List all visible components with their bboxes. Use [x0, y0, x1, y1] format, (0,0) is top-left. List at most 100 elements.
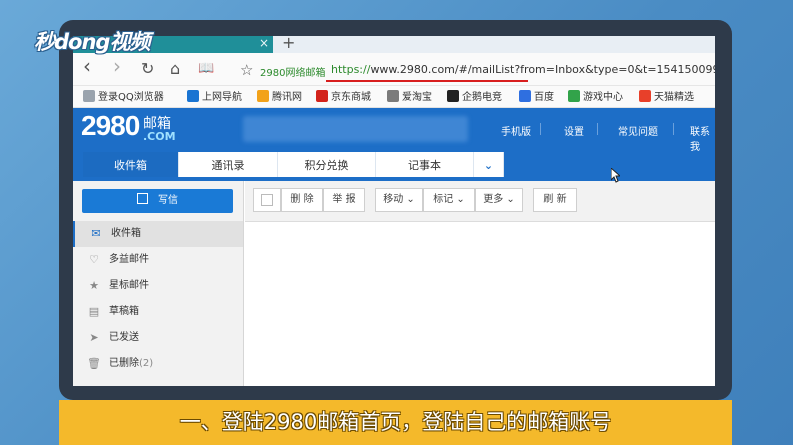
folder-name: 草稿箱 — [109, 306, 139, 317]
compose-button[interactable]: 写信 — [82, 189, 233, 213]
bookmark-5[interactable]: 爱淘宝 — [387, 90, 432, 105]
bookmark-label: 腾讯网 — [272, 92, 302, 103]
more-dropdown[interactable]: 更多 ⌄ — [475, 188, 523, 212]
divider — [673, 123, 674, 135]
new-tab-button[interactable]: + — [282, 36, 295, 51]
tmall-icon — [639, 90, 651, 102]
bookmark-label: 京东商城 — [331, 92, 371, 103]
baidu-icon — [519, 90, 531, 102]
folder-name: 已发送 — [109, 332, 139, 343]
refresh-button[interactable]: 刷 新 — [533, 188, 577, 212]
reload-icon[interactable]: ↻ — [141, 59, 154, 79]
video-frame: 秒dong视频 × + ‹ › ↻ ⌂ 📖 ☆ 2980网络邮箱 https:/… — [0, 0, 793, 445]
account-blurred — [243, 116, 468, 142]
screen: × + ‹ › ↻ ⌂ 📖 ☆ 2980网络邮箱 https://www.298… — [73, 36, 715, 386]
back-icon[interactable]: ‹ — [83, 56, 91, 76]
contact-link[interactable]: 联系我 — [690, 123, 715, 153]
mouse-cursor-icon — [611, 168, 620, 183]
watermark-logo: 秒dong视频 — [34, 30, 150, 54]
select-all-checkbox[interactable] — [253, 188, 281, 212]
star-icon[interactable]: ☆ — [240, 60, 253, 80]
mark-label: 标记 — [433, 194, 454, 205]
url-field[interactable]: https://www.2980.com/#/mailList?from=Inb… — [331, 63, 715, 76]
folder-item[interactable]: ▤ 草稿箱 — [73, 299, 243, 325]
tab-strip: × + — [73, 36, 715, 53]
bookmark-9[interactable]: 天猫精选 — [639, 90, 694, 105]
divider — [597, 123, 598, 135]
chevron-down-icon: ⌄ — [506, 194, 515, 205]
brand-number: 2980 — [81, 110, 140, 141]
tab-contacts[interactable]: 通讯录 — [179, 152, 278, 179]
close-icon[interactable]: × — [259, 36, 269, 51]
tab-points[interactable]: 积分兑换 — [278, 152, 376, 179]
mail-list-area: 删 除 举 报 移动 ⌄ 标记 ⌄ 更多 ⌄ 刷 新 — [245, 181, 715, 386]
folder-count: (2) — [139, 358, 154, 369]
folder-label: 收件箱 — [111, 221, 141, 247]
folder-sidebar: 写信 ✉ 收件箱 ♡ 多益邮件 ★ 星标邮件 ▤ 草稿箱 ➤ 已发送 🗑 已删除(2) — [73, 181, 244, 386]
bookmark-8[interactable]: 游戏中心 — [568, 90, 623, 105]
penguin-icon — [447, 90, 459, 102]
folder-name: 收件箱 — [111, 228, 141, 239]
report-button[interactable]: 举 报 — [323, 188, 365, 212]
more-label: 更多 — [483, 194, 504, 205]
brand-com: .COM — [143, 130, 176, 143]
subtitle-bar: 一、登陆2980邮箱首页，登陆自己的邮箱账号 — [59, 400, 732, 445]
settings-link[interactable]: 设置 — [564, 123, 584, 138]
subtitle-text: 一、登陆2980邮箱首页，登陆自己的邮箱账号 — [179, 410, 612, 434]
tencent-icon — [257, 90, 269, 102]
site-name: 2980网络邮箱 — [260, 68, 326, 79]
send-icon: ➤ — [89, 331, 99, 344]
bookmark-label: 游戏中心 — [583, 92, 623, 103]
tab-notes[interactable]: 记事本 — [376, 152, 474, 179]
folder-item[interactable]: ✉ 收件箱 — [73, 221, 243, 247]
bookmark-label: 爱淘宝 — [402, 92, 432, 103]
folder-label: 星标邮件 — [109, 273, 149, 299]
tab-more-button[interactable]: ⌄ — [474, 152, 504, 179]
chevron-down-icon: ⌄ — [406, 194, 415, 205]
url-annotation-underline — [326, 80, 528, 82]
bookmark-2[interactable]: 上网导航 — [187, 90, 242, 105]
bookmark-3[interactable]: 腾讯网 — [257, 90, 302, 105]
home-icon[interactable]: ⌂ — [170, 59, 180, 79]
reader-icon[interactable]: 📖 — [198, 59, 214, 79]
bookmark-1[interactable]: 登录QQ浏览器 — [83, 90, 164, 105]
url-protocol: https:// — [331, 63, 371, 76]
move-dropdown[interactable]: 移动 ⌄ — [375, 188, 423, 212]
heart-shield-icon: ♡ — [89, 253, 99, 266]
folder-name: 星标邮件 — [109, 280, 149, 291]
bookmark-label: 企鹅电竞 — [462, 92, 502, 103]
move-label: 移动 — [383, 194, 404, 205]
draft-icon: ▤ — [88, 305, 100, 318]
bookmark-7[interactable]: 百度 — [519, 90, 554, 105]
brand-logo[interactable]: 2980 邮箱 .COM — [81, 110, 191, 154]
folder-name: 多益邮件 — [109, 254, 149, 265]
folder-item[interactable]: ♡ 多益邮件 — [73, 247, 243, 273]
forward-icon[interactable]: › — [113, 56, 121, 76]
folder-label: 草稿箱 — [109, 299, 139, 325]
compose-label: 写信 — [158, 195, 178, 206]
folder-item[interactable]: ★ 星标邮件 — [73, 273, 243, 299]
bookmark-label: 百度 — [534, 92, 554, 103]
bookmarks-bar: 登录QQ浏览器 上网导航 腾讯网 京东商城 爱淘宝 企鹅电竞 百度 游戏中心 天猫精选 — [73, 86, 715, 108]
bookmark-4[interactable]: 京东商城 — [316, 90, 371, 105]
faq-link[interactable]: 常见问题 — [618, 123, 658, 138]
globe-icon — [387, 90, 399, 102]
divider — [540, 123, 541, 135]
envelope-icon: ✉ — [91, 227, 101, 240]
bookmark-6[interactable]: 企鹅电竞 — [447, 90, 502, 105]
tab-inbox[interactable]: 收件箱 — [83, 152, 179, 179]
user-icon — [83, 90, 95, 102]
folder-item[interactable]: 🗑 已删除(2) — [73, 351, 243, 377]
folder-item[interactable]: ➤ 已发送 — [73, 325, 243, 351]
mark-dropdown[interactable]: 标记 ⌄ — [423, 188, 475, 212]
mobile-link[interactable]: 手机版 — [501, 123, 531, 138]
folder-label: 已删除(2) — [109, 351, 153, 377]
chevron-down-icon: ⌄ — [456, 194, 465, 205]
url-text: www.2980.com/#/mailList?from=Inbox&type=… — [370, 63, 715, 76]
folder-name: 已删除 — [109, 358, 139, 369]
bookmark-label: 天猫精选 — [654, 92, 694, 103]
checkbox-box — [261, 194, 273, 206]
delete-button[interactable]: 删 除 — [281, 188, 323, 212]
edit-icon — [137, 193, 148, 204]
address-bar: ‹ › ↻ ⌂ 📖 ☆ 2980网络邮箱 https://www.2980.co… — [73, 53, 715, 86]
